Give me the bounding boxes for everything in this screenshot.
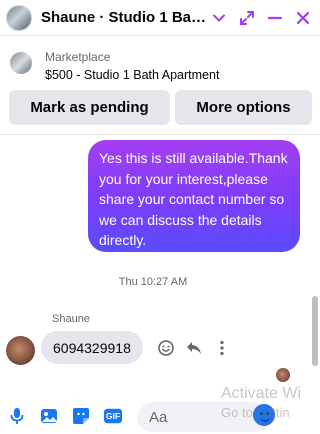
- header-controls: [203, 6, 315, 30]
- message-input[interactable]: [137, 402, 271, 432]
- microphone-icon[interactable]: [7, 406, 27, 426]
- photo-icon[interactable]: [39, 406, 59, 426]
- gif-label: GIF: [105, 411, 121, 421]
- chat-title[interactable]: Shaune · Studio 1 Bath...: [41, 9, 209, 26]
- scrollbar[interactable]: [312, 296, 318, 366]
- mark-as-pending-button[interactable]: Mark as pending: [9, 90, 170, 125]
- sticker-icon[interactable]: [71, 406, 91, 426]
- incoming-message: 6094329918: [41, 331, 143, 364]
- message-timestamp: Thu 10:27 AM: [118, 276, 188, 288]
- outgoing-message: Yes this is still available.Thank you fo…: [88, 140, 300, 252]
- more-options-button[interactable]: More options: [175, 90, 312, 125]
- close-icon[interactable]: [291, 6, 315, 30]
- marketplace-listing[interactable]: Marketplace $500 - Studio 1 Bath Apartme…: [0, 44, 319, 84]
- divider: [0, 134, 319, 135]
- react-icon[interactable]: [156, 338, 176, 358]
- listing-source: Marketplace: [45, 50, 111, 64]
- emoji-icon[interactable]: [253, 404, 275, 426]
- listing-title[interactable]: $500 - Studio 1 Bath Apartment: [45, 68, 219, 82]
- more-options-icon[interactable]: [212, 338, 232, 358]
- message-composer: GIF: [0, 398, 319, 434]
- expand-icon[interactable]: [235, 6, 259, 30]
- chevron-down-icon[interactable]: [207, 6, 231, 30]
- seen-indicator-avatar: [276, 368, 290, 382]
- sender-name: Shaune: [52, 313, 90, 325]
- reply-icon[interactable]: [184, 338, 204, 358]
- sender-avatar[interactable]: [6, 336, 35, 365]
- minimize-icon[interactable]: [263, 6, 287, 30]
- chat-header: Shaune · Studio 1 Bath...: [0, 0, 319, 36]
- gif-icon[interactable]: GIF: [103, 406, 123, 426]
- listing-thumbnail: [10, 52, 32, 74]
- listing-avatar[interactable]: [6, 4, 32, 31]
- message-actions: [156, 338, 240, 358]
